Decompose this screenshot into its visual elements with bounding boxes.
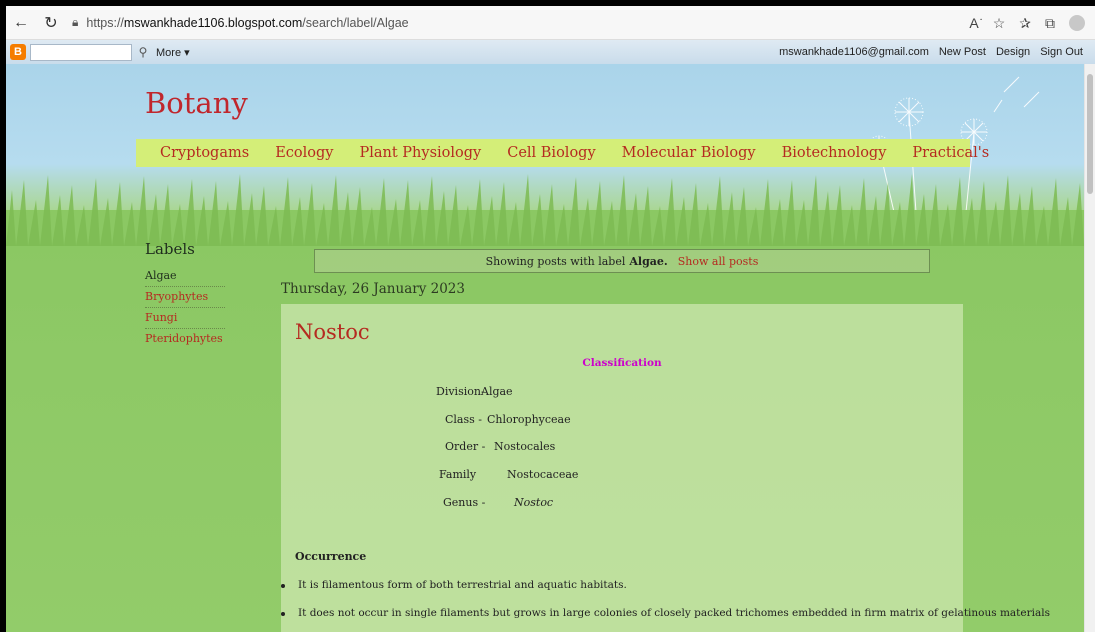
favorites-add-icon[interactable]: ☆ bbox=[993, 15, 1006, 32]
url-path: /search/label/Algae bbox=[302, 15, 409, 30]
classification-heading: Classification bbox=[582, 357, 662, 369]
post-title[interactable]: Nostoc bbox=[295, 320, 370, 344]
label-pteridophytes[interactable]: Pteridophytes bbox=[145, 329, 225, 349]
account-email[interactable]: mswankhade1106@gmail.com bbox=[779, 46, 929, 58]
taxonomy-value: Chlorophyceae bbox=[487, 413, 571, 426]
tab-plant-physiology[interactable]: Plant Physiology bbox=[346, 145, 494, 161]
tab-molecular-biology[interactable]: Molecular Biology bbox=[609, 145, 769, 161]
back-icon[interactable]: ← bbox=[6, 8, 36, 38]
label-fungi[interactable]: Fungi bbox=[145, 308, 225, 329]
blog-search-input[interactable] bbox=[30, 43, 132, 61]
list-item-text: It does not occur in single filaments bu… bbox=[298, 607, 1051, 619]
status-label: Algae. bbox=[629, 254, 668, 268]
taxonomy-rank: Order - bbox=[445, 440, 486, 453]
address-bar[interactable]: 🔒︎ https:// mswankhade1106.blogspot.com … bbox=[72, 15, 409, 30]
label-algae: Algae bbox=[145, 266, 225, 287]
taxonomy-rank: Genus - bbox=[443, 496, 486, 509]
url-prefix: https:// bbox=[86, 15, 124, 30]
show-all-posts-link[interactable]: Show all posts bbox=[678, 255, 759, 268]
tab-ecology[interactable]: Ecology bbox=[262, 145, 346, 161]
grass-decoration bbox=[6, 174, 1084, 246]
collections-icon[interactable]: ⧉ bbox=[1045, 15, 1055, 32]
taxonomy-rank: Division- bbox=[436, 385, 485, 398]
taxonomy-rank: Class - bbox=[445, 413, 482, 426]
tab-biotechnology[interactable]: Biotechnology bbox=[769, 145, 900, 161]
taxonomy-value: Nostocaceae bbox=[507, 468, 579, 481]
search-icon[interactable]: ⚲ bbox=[132, 45, 154, 59]
label-bryophytes[interactable]: Bryophytes bbox=[145, 287, 225, 308]
blogger-logo-icon[interactable]: B bbox=[10, 44, 26, 60]
taxonomy-rank: Family bbox=[439, 468, 477, 481]
label-status-message: Showing posts with label Algae. Show all… bbox=[314, 249, 930, 273]
lock-icon: 🔒︎ bbox=[72, 15, 79, 29]
labels-title: Labels bbox=[145, 240, 195, 258]
tab-cell-biology[interactable]: Cell Biology bbox=[494, 145, 608, 161]
more-menu[interactable]: More ▾ bbox=[156, 46, 190, 59]
blog-page: Botany Cryptogams Ecology Plant Physiolo… bbox=[6, 64, 1084, 632]
bullet-icon bbox=[281, 584, 285, 588]
post: Nostoc Classification Division- Algae Cl… bbox=[281, 304, 1050, 632]
taxonomy-value: Nostoc bbox=[514, 496, 554, 509]
page-scrollbar[interactable] bbox=[1084, 64, 1095, 632]
new-post-link[interactable]: New Post bbox=[939, 46, 986, 58]
blogger-navbar: B ⚲ More ▾ mswankhade1106@gmail.com New … bbox=[6, 40, 1095, 64]
sign-out-link[interactable]: Sign Out bbox=[1040, 46, 1083, 58]
date-header: Thursday, 26 January 2023 bbox=[281, 281, 465, 297]
taxonomy-value: Nostocales bbox=[494, 440, 556, 453]
taxonomy-value: Algae bbox=[481, 385, 513, 398]
profile-icon[interactable] bbox=[1069, 15, 1085, 31]
occurrence-heading: Occurrence bbox=[295, 550, 367, 563]
favorites-icon[interactable]: ✰ bbox=[1019, 15, 1031, 32]
read-aloud-icon[interactable]: A͘ bbox=[969, 15, 978, 31]
design-link[interactable]: Design bbox=[996, 46, 1030, 58]
page-tabs: Cryptogams Ecology Plant Physiology Cell… bbox=[136, 139, 989, 167]
browser-window: ← ↻ 🔒︎ https:// mswankhade1106.blogspot.… bbox=[0, 0, 1095, 632]
tab-cryptogams[interactable]: Cryptogams bbox=[148, 145, 262, 161]
url-host: mswankhade1106.blogspot.com bbox=[123, 15, 303, 30]
refresh-icon[interactable]: ↻ bbox=[36, 8, 66, 38]
status-prefix: Showing posts with label bbox=[485, 254, 626, 268]
bullet-icon bbox=[281, 612, 285, 616]
browser-toolbar: ← ↻ 🔒︎ https:// mswankhade1106.blogspot.… bbox=[6, 6, 1095, 40]
list-item-text: It is filamentous form of both terrestri… bbox=[298, 579, 627, 591]
scrollbar-thumb[interactable] bbox=[1087, 74, 1093, 194]
tab-practicals[interactable]: Practical's bbox=[899, 145, 1002, 161]
labels-widget: Labels Algae Bryophytes Fungi Pteridophy… bbox=[145, 240, 285, 349]
blog-title[interactable]: Botany bbox=[145, 86, 248, 120]
